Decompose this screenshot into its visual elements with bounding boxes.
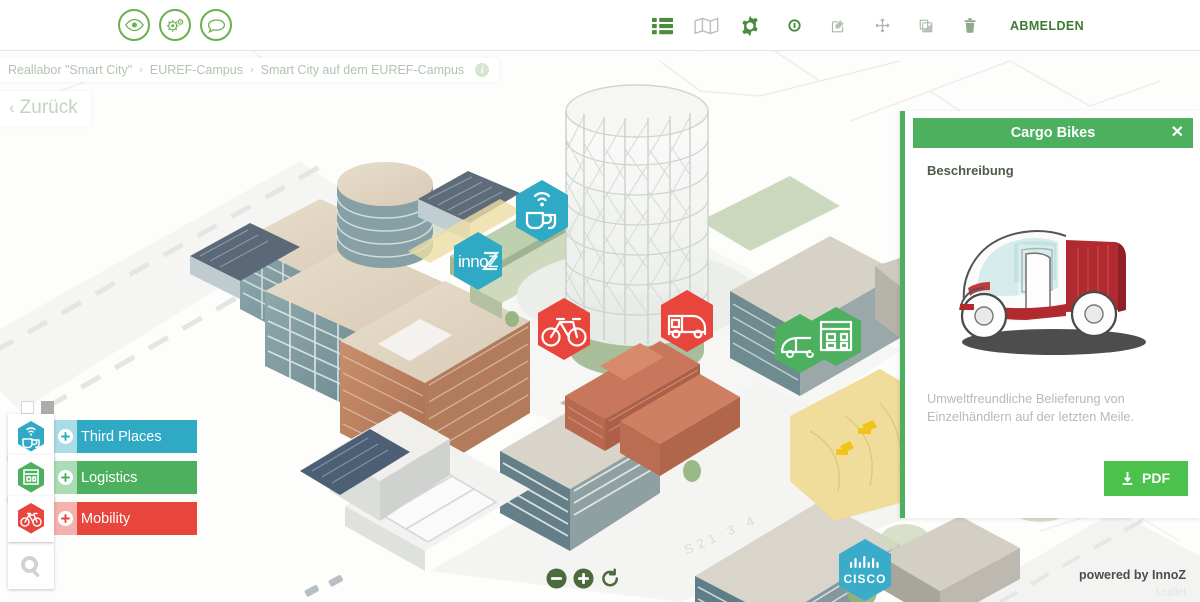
gears-icon[interactable] (159, 9, 191, 41)
map-zoom-controls (546, 568, 621, 589)
leaflet-attribution[interactable]: Leaflet (1156, 587, 1186, 598)
download-icon (1120, 471, 1135, 486)
gear-icon[interactable] (728, 0, 772, 51)
legend-icon-logistics (8, 455, 54, 501)
marker-third-place-wifi-cafe[interactable] (513, 179, 571, 248)
magnifier-icon (18, 553, 44, 579)
legend-label-third-places: Third Places (77, 420, 197, 453)
smart-city-map-app: ABMELDEN (0, 0, 1200, 602)
reset-rotation-button[interactable] (600, 568, 621, 589)
toolbar-round-icon-group (118, 9, 232, 41)
cisco-label: CISCO (843, 572, 886, 586)
legend-row-logistics[interactable]: Logistics (8, 461, 197, 494)
powered-by-label: powered by InnoZ (1079, 568, 1186, 582)
list-icon[interactable] (640, 0, 684, 51)
info-icon[interactable]: i (475, 63, 489, 77)
legend-icon-mobility (8, 496, 54, 542)
legend-toggle-group (21, 401, 197, 414)
breadcrumb: Reallabor "Smart City" › EUREF-Campus › … (0, 58, 499, 82)
map-legend: Third Places Lo (8, 401, 197, 589)
legend-label-mobility: Mobility (77, 502, 197, 535)
cisco-marker[interactable]: CISCO (836, 538, 894, 602)
layer-toggle-outline[interactable] (21, 401, 34, 414)
marker-mobility-bus[interactable] (658, 289, 716, 358)
description-heading: Beschreibung (927, 163, 1180, 178)
back-button-label: Zurück (20, 97, 78, 119)
plus-icon (58, 511, 73, 526)
copy-icon[interactable] (904, 0, 948, 51)
plus-icon (58, 470, 73, 485)
back-button[interactable]: ‹ Zurück (0, 91, 91, 126)
legend-row-third-places[interactable]: Third Places (8, 420, 197, 453)
detail-panel-title: Cargo Bikes (1011, 125, 1096, 141)
add-point-icon[interactable] (772, 0, 816, 51)
map-search-button[interactable] (8, 543, 54, 589)
layer-toggle-filled[interactable] (41, 401, 54, 414)
eye-icon[interactable] (118, 9, 150, 41)
breadcrumb-item-1[interactable]: EUREF-Campus (150, 63, 243, 77)
toolbar-actions: ABMELDEN (640, 0, 1084, 51)
close-icon[interactable]: ✕ (1171, 125, 1184, 141)
breadcrumb-separator: › (250, 64, 254, 76)
top-toolbar: ABMELDEN (0, 0, 1200, 51)
download-pdf-button[interactable]: PDF (1104, 461, 1188, 496)
detail-panel-body: Beschreibung (905, 148, 1200, 426)
logout-button[interactable]: ABMELDEN (1010, 19, 1084, 33)
legend-row-mobility[interactable]: Mobility (8, 502, 197, 535)
cargo-bike-illustration (923, 184, 1179, 384)
marker-mobility-bike[interactable] (535, 297, 593, 366)
legend-label-logistics: Logistics (77, 461, 197, 494)
detail-panel: Cargo Bikes ✕ Beschreibung (900, 111, 1200, 518)
breadcrumb-item-0[interactable]: Reallabor "Smart City" (8, 63, 132, 77)
detail-panel-header: Cargo Bikes ✕ (913, 118, 1193, 148)
map-icon[interactable] (684, 0, 728, 51)
plus-icon (58, 429, 73, 444)
pdf-button-label: PDF (1142, 470, 1170, 486)
marker-logistics-store[interactable] (808, 306, 864, 373)
legend-add-third-places[interactable] (53, 420, 77, 453)
marker-innoz-logo[interactable]: innoZ (451, 231, 505, 296)
edit-icon[interactable] (816, 0, 860, 51)
detail-panel-description: Umweltfreundliche Belieferung von Einzel… (927, 390, 1163, 426)
move-icon[interactable] (860, 0, 904, 51)
breadcrumb-item-2[interactable]: Smart City auf dem EUREF-Campus (261, 63, 465, 77)
breadcrumb-separator: › (139, 64, 143, 76)
speech-bubble-icon[interactable] (200, 9, 232, 41)
chevron-left-icon: ‹ (9, 98, 15, 118)
legend-icon-third-places (8, 414, 54, 460)
legend-add-mobility[interactable] (53, 502, 77, 535)
trash-icon[interactable] (948, 0, 992, 51)
map-canvas[interactable]: S21 3 4 Reallabor "Smart City" › EUREF-C… (0, 51, 1200, 602)
zoom-out-button[interactable] (546, 568, 567, 589)
zoom-in-button[interactable] (573, 568, 594, 589)
legend-add-logistics[interactable] (53, 461, 77, 494)
